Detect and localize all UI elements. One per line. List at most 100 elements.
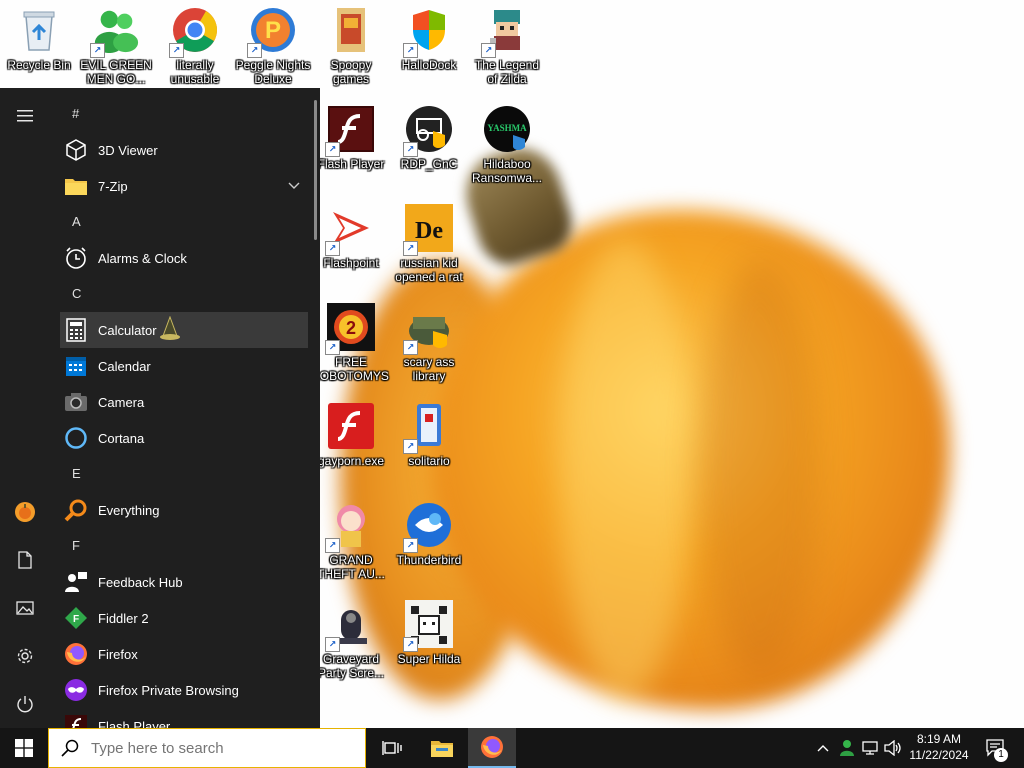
svg-text:YASHMA: YASHMA: [487, 123, 527, 133]
clock-date: 11/22/2024: [909, 748, 969, 762]
desktop-icon-recycle-bin[interactable]: Recycle Bin: [1, 6, 77, 72]
pictures-button[interactable]: [0, 588, 50, 628]
app-label: 3D Viewer: [98, 142, 158, 158]
app-flash-player[interactable]: Flash Player: [60, 708, 308, 728]
desktop-icon-russian-kid[interactable]: De ↗ russian kid opened a rat: [391, 204, 467, 284]
folder-icon: [327, 6, 375, 54]
desktop-icon-evil-green-men[interactable]: ↗ EVIL GREEN MEN GO...: [78, 6, 154, 86]
network-button[interactable]: [860, 728, 882, 768]
green-man-tray-button[interactable]: [836, 728, 858, 768]
rdp-icon: ↗: [403, 105, 453, 157]
desktop-icon-thunderbird[interactable]: ↗ Thunderbird: [391, 501, 467, 567]
app-cortana[interactable]: Cortana: [60, 420, 308, 456]
desktop-icon-label: HalloDock: [401, 58, 457, 72]
svg-text:F: F: [73, 614, 79, 625]
power-button[interactable]: [0, 684, 50, 724]
desktop-icon-grand-theft-au[interactable]: ↗ GRAND THEFT AU...: [313, 501, 389, 581]
shortcut-arrow-icon: ↗: [325, 340, 340, 355]
desktop-icon-flash-player[interactable]: ↗ Flash Player: [313, 105, 389, 171]
desktop-icon-peggle[interactable]: P ↗ Peggle Nights Deluxe: [235, 6, 311, 86]
desktop-icon-super-hilda[interactable]: ↗ Super Hilda: [391, 600, 467, 666]
app-3d-viewer[interactable]: 3D Viewer: [60, 132, 308, 168]
desktop-icon-gayporn-exe[interactable]: gayporn.exe: [313, 402, 389, 468]
file-explorer-button[interactable]: [418, 728, 466, 768]
desktop-icon-label: EVIL GREEN MEN GO...: [80, 58, 152, 86]
section-header-f[interactable]: F: [60, 528, 308, 564]
desktop-icon-legend-of-zilda[interactable]: ↗ The Legend of Zilda: [469, 6, 545, 86]
desktop-icon-graveyard-party[interactable]: ↗ Graveyard Party Scre...: [313, 600, 389, 680]
app-label: Flash Player: [98, 718, 171, 729]
magnifier-icon: [63, 497, 89, 523]
notification-count-badge: 1: [994, 748, 1008, 762]
action-center-button[interactable]: 1: [980, 728, 1012, 768]
hamburger-menu-button[interactable]: [0, 96, 50, 136]
desktop-icon-rdp-gnc[interactable]: ↗ RDP_GnC: [391, 105, 467, 171]
search-input[interactable]: [89, 738, 353, 758]
user-account-button[interactable]: [0, 492, 50, 532]
alarm-clock-icon: [63, 245, 89, 271]
flashpoint-icon: ↗: [325, 204, 375, 256]
section-header-a[interactable]: A: [60, 204, 308, 240]
app-alarms-clock[interactable]: Alarms & Clock: [60, 240, 308, 276]
desktop-icon-label: GRAND THEFT AU...: [317, 553, 385, 581]
app-fiddler-2[interactable]: F Fiddler 2: [60, 600, 308, 636]
svg-text:2: 2: [346, 318, 356, 338]
documents-button[interactable]: [0, 540, 50, 580]
desktop-icon-hildaboo-ransomware[interactable]: YASHMA Hildaboo Ransomwa...: [469, 105, 545, 185]
start-menu-rail: [0, 88, 50, 728]
chevron-up-icon: [817, 745, 829, 752]
shortcut-arrow-icon: ↗: [403, 241, 418, 256]
svg-text:De: De: [415, 218, 443, 244]
shortcut-arrow-icon: ↗: [247, 43, 262, 58]
app-firefox[interactable]: Firefox: [60, 636, 308, 672]
app-7-zip[interactable]: 7-Zip: [60, 168, 308, 204]
app-firefox-private-browsing[interactable]: Firefox Private Browsing: [60, 672, 308, 708]
start-list-scrollbar[interactable]: [314, 100, 317, 240]
section-header-e[interactable]: E: [60, 456, 308, 492]
desktop-icon-label: Flashpoint: [323, 256, 379, 270]
show-hidden-icons-button[interactable]: [812, 728, 834, 768]
app-everything[interactable]: Everything: [60, 492, 308, 528]
desktop-icon-label: The Legend of Zilda: [474, 58, 540, 86]
desktop-icon-free-lobotomys[interactable]: 2 ↗ FREE LOBOTOMYS: [313, 303, 389, 383]
settings-button[interactable]: [0, 636, 50, 676]
desktop-icon-label: gayporn.exe: [317, 454, 385, 468]
start-button[interactable]: [0, 728, 48, 768]
desktop-icon-hallodock[interactable]: ↗ HalloDock: [391, 6, 467, 72]
desktop-icon-literally-unusable[interactable]: ↗ literally unusable: [157, 6, 233, 86]
desktop-icon-scary-ass-library[interactable]: ↗ scary ass library: [391, 303, 467, 383]
app-calendar[interactable]: Calendar: [60, 348, 308, 384]
zilda-character-icon: ↗: [481, 6, 531, 58]
shortcut-arrow-icon: ↗: [325, 637, 340, 652]
document-icon: [18, 551, 32, 569]
desktop-icon-solitario[interactable]: ↗ solitario: [391, 402, 467, 468]
desktop-icon-label: scary ass library: [403, 355, 455, 383]
shortcut-arrow-icon: ↗: [403, 637, 418, 652]
desktop-icon-label: Recycle Bin: [7, 58, 71, 72]
super-hilda-icon: ↗: [403, 600, 453, 652]
hamburger-icon: [17, 110, 33, 122]
app-label: Firefox Private Browsing: [98, 682, 239, 698]
flash-icon: [63, 713, 89, 728]
taskbar-search-box[interactable]: [48, 728, 366, 768]
feedback-person-icon: [63, 569, 89, 595]
taskbar: 8:19 AM 11/22/2024 1: [0, 728, 1024, 768]
taskbar-clock[interactable]: 8:19 AM 11/22/2024: [900, 731, 978, 763]
shortcut-arrow-icon: ↗: [403, 43, 418, 58]
app-camera[interactable]: Camera: [60, 384, 308, 420]
firefox-taskbar-button[interactable]: [468, 728, 516, 768]
task-view-button[interactable]: [368, 728, 416, 768]
chevron-down-icon[interactable]: [288, 178, 300, 193]
section-header-hash[interactable]: #: [60, 96, 308, 132]
shortcut-arrow-icon: ↗: [169, 43, 184, 58]
desktop-icon-flashpoint[interactable]: ↗ Flashpoint: [313, 204, 389, 270]
flash-icon: ↗: [325, 105, 375, 157]
desktop-icon-spoopy-games[interactable]: Spoopy games: [313, 6, 389, 86]
desktop-icon-label: solitario: [408, 454, 450, 468]
svg-text:P: P: [265, 17, 281, 44]
app-calculator[interactable]: Calculator: [60, 312, 308, 348]
file-explorer-icon: [431, 741, 453, 757]
app-feedback-hub[interactable]: Feedback Hub: [60, 564, 308, 600]
shortcut-arrow-icon: ↗: [403, 538, 418, 553]
section-header-c[interactable]: C: [60, 276, 308, 312]
